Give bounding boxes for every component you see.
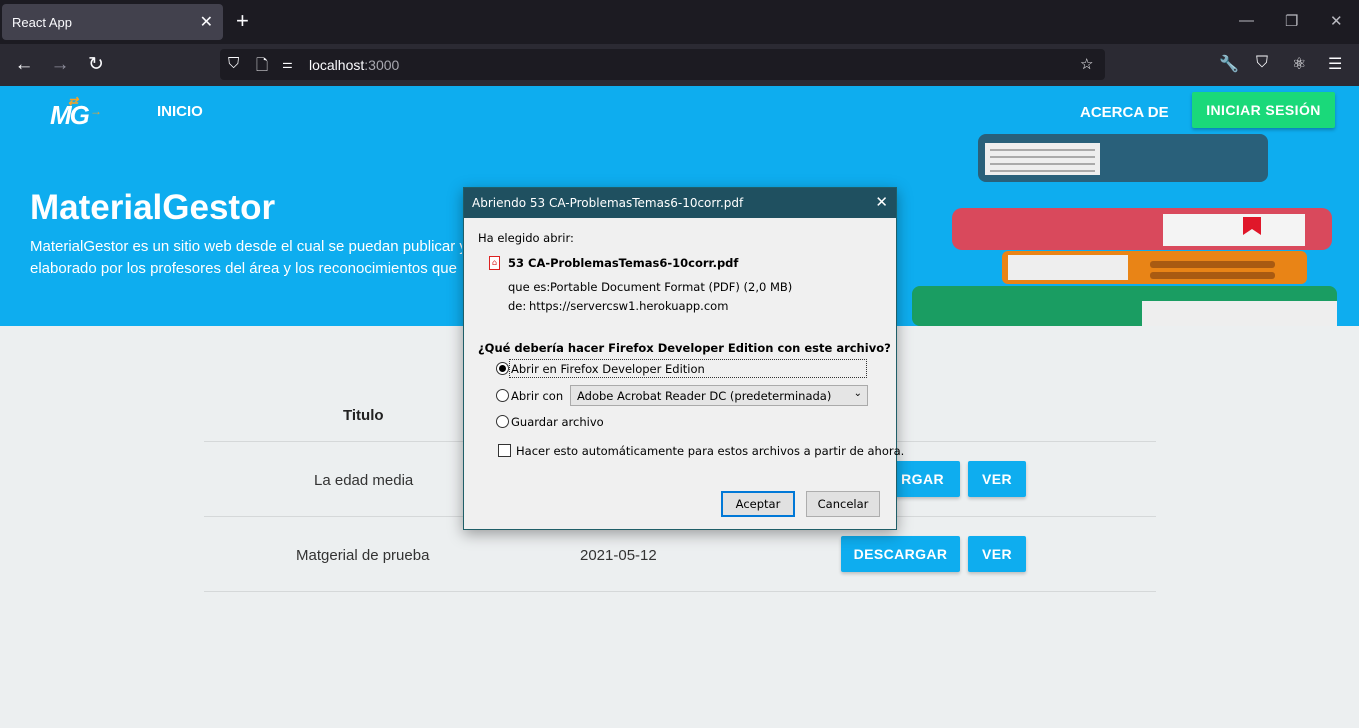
shield-icon[interactable]: ⛉ bbox=[228, 55, 239, 72]
download-button[interactable]: DESCARGAR bbox=[841, 536, 960, 572]
option-open-with-label[interactable]: Abrir con bbox=[511, 389, 563, 403]
nav-home-link[interactable]: INICIO bbox=[157, 103, 203, 120]
radio-open-in-firefox[interactable] bbox=[496, 362, 509, 375]
menu-icon[interactable]: ☰ bbox=[1328, 54, 1342, 74]
row-date: 2021-05-12 bbox=[580, 547, 657, 564]
window-close-icon[interactable]: ✕ bbox=[1330, 12, 1343, 30]
wrench-icon[interactable]: 🔧 bbox=[1219, 54, 1239, 74]
column-header-title: Titulo bbox=[343, 407, 384, 424]
file-name: 53 CA-ProblemasTemas6-10corr.pdf bbox=[508, 256, 739, 270]
question-label: ¿Qué debería hacer Firefox Developer Edi… bbox=[478, 341, 891, 355]
dialog-title-bar: Abriendo 53 CA-ProblemasTemas6-10corr.pd… bbox=[464, 188, 896, 218]
bookmark-star-icon[interactable]: ☆ bbox=[1080, 55, 1093, 73]
row-divider bbox=[204, 591, 1156, 592]
accept-button[interactable]: Aceptar bbox=[721, 491, 795, 517]
open-with-value: Adobe Acrobat Reader DC (predeterminada) bbox=[577, 389, 832, 403]
logo[interactable]: ⇄ MG → bbox=[50, 94, 102, 131]
books-illustration bbox=[912, 134, 1337, 326]
pocket-icon[interactable]: ⛉ bbox=[1256, 54, 1268, 72]
auto-action-label[interactable]: Hacer esto automáticamente para estos ar… bbox=[516, 444, 904, 458]
view-button[interactable]: VER bbox=[968, 461, 1026, 497]
react-devtools-icon[interactable]: ⚛ bbox=[1292, 54, 1306, 74]
cancel-button[interactable]: Cancelar bbox=[806, 491, 880, 517]
view-button[interactable]: VER bbox=[968, 536, 1026, 572]
pdf-file-icon: ⌂ bbox=[489, 256, 500, 270]
url-text: localhost:3000 bbox=[309, 57, 400, 73]
chosen-label: Ha elegido abrir: bbox=[478, 231, 574, 245]
radio-save-file[interactable] bbox=[496, 415, 509, 428]
option-save-label[interactable]: Guardar archivo bbox=[511, 415, 604, 429]
from-label: de: bbox=[508, 299, 527, 313]
radio-open-with[interactable] bbox=[496, 389, 509, 402]
option-open-in-label[interactable]: Abrir en Firefox Developer Edition bbox=[511, 362, 705, 376]
browser-tab-bar: React App ✕ + — ❐ ✕ bbox=[0, 0, 1359, 44]
new-tab-icon[interactable]: + bbox=[236, 9, 249, 33]
tab-title: React App bbox=[12, 15, 72, 30]
url-bar[interactable]: ⛉ 🗋 ⚌ localhost:3000 ☆ bbox=[220, 49, 1105, 80]
open-with-select[interactable]: Adobe Acrobat Reader DC (predeterminada)… bbox=[570, 385, 868, 406]
dialog-title: Abriendo 53 CA-ProblemasTemas6-10corr.pd… bbox=[472, 196, 744, 210]
page-icon[interactable]: 🗋 bbox=[256, 55, 268, 80]
row-title: Matgerial de prueba bbox=[296, 547, 430, 564]
type-value: Portable Document Format (PDF) (2,0 MB) bbox=[550, 280, 793, 294]
reload-icon[interactable]: ↻ bbox=[84, 53, 108, 77]
row-title: La edad media bbox=[314, 472, 414, 489]
dialog-close-icon[interactable]: ✕ bbox=[875, 193, 888, 211]
minimize-icon[interactable]: — bbox=[1239, 12, 1254, 29]
logo-arrow-icon: → bbox=[90, 104, 102, 118]
chevron-down-icon: ⌄ bbox=[853, 388, 862, 399]
restore-icon[interactable]: ❐ bbox=[1285, 12, 1298, 30]
from-value: https://servercsw1.herokuapp.com bbox=[529, 299, 729, 313]
browser-tab[interactable]: React App ✕ bbox=[2, 4, 223, 40]
auto-action-checkbox[interactable] bbox=[498, 444, 511, 457]
close-tab-icon[interactable]: ✕ bbox=[200, 12, 213, 32]
nav-about-link[interactable]: ACERCA DE bbox=[1080, 104, 1169, 121]
download-dialog: Abriendo 53 CA-ProblemasTemas6-10corr.pd… bbox=[463, 187, 904, 530]
hero-description: MaterialGestor es un sitio web desde el … bbox=[30, 238, 462, 277]
forward-icon[interactable]: → bbox=[48, 53, 72, 77]
login-button[interactable]: INICIAR SESIÓN bbox=[1192, 92, 1335, 128]
logo-arrow-icon: ⇄ bbox=[68, 94, 78, 108]
page-title: MaterialGestor bbox=[30, 188, 276, 227]
back-icon[interactable]: ← bbox=[12, 53, 36, 77]
permissions-icon[interactable]: ⚌ bbox=[282, 57, 293, 71]
type-label: que es: bbox=[508, 280, 551, 294]
